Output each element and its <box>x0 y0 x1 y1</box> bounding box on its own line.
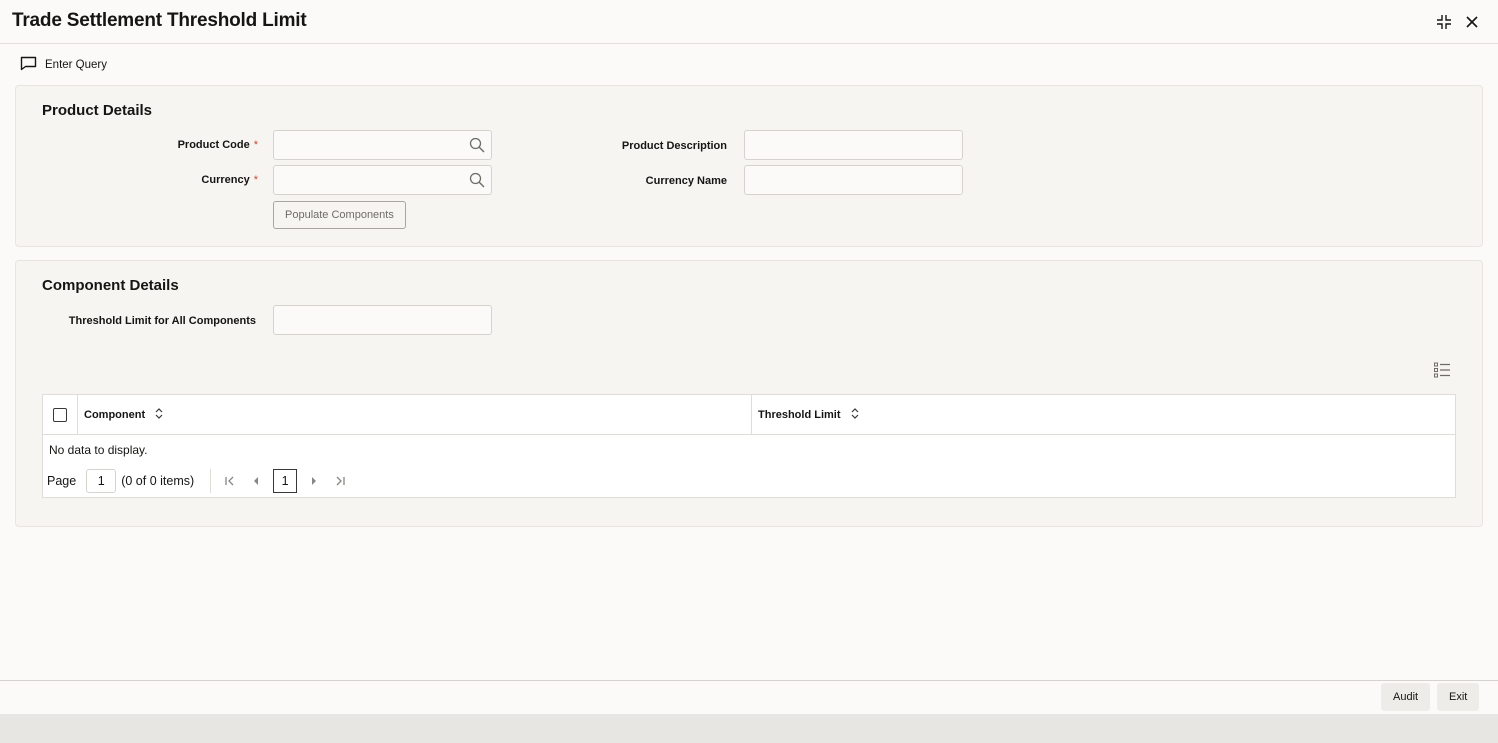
column-divider <box>751 395 752 435</box>
currency-name-field[interactable] <box>744 165 963 195</box>
collapse-icon[interactable] <box>1434 12 1454 32</box>
populate-components-button[interactable]: Populate Components <box>273 201 406 229</box>
chat-bubble-icon <box>20 56 37 74</box>
pagination: Page 1 (0 of 0 items) 1 <box>47 469 349 493</box>
pager-divider <box>210 469 212 493</box>
currency-label-text: Currency <box>201 174 250 186</box>
threshold-all-label: Threshold Limit for All Components <box>68 315 256 327</box>
table-header: Component Threshold Limit <box>43 395 1455 435</box>
column-header-threshold-limit-label: Threshold Limit <box>758 409 841 421</box>
status-bar <box>0 714 1498 743</box>
title-bar: Trade Settlement Threshold Limit <box>0 0 1498 44</box>
sort-icon[interactable] <box>155 408 163 422</box>
sort-icon[interactable] <box>851 408 859 422</box>
product-details-panel: Product Details Product Code * Currency * … <box>15 85 1483 247</box>
column-divider <box>77 395 78 435</box>
search-icon[interactable] <box>469 137 485 153</box>
product-description-field[interactable] <box>744 130 963 160</box>
components-table: Component Threshold Limit No data to dis… <box>42 394 1456 498</box>
footer-divider <box>0 680 1498 681</box>
product-code-input[interactable] <box>273 130 492 160</box>
prev-page-icon[interactable] <box>247 472 265 490</box>
product-code-label-text: Product Code <box>177 139 250 151</box>
last-page-icon[interactable] <box>331 472 349 490</box>
select-all-checkbox[interactable] <box>53 408 67 422</box>
enter-query-button[interactable]: Enter Query <box>20 56 107 74</box>
required-marker: * <box>253 139 258 151</box>
column-header-component[interactable]: Component <box>84 408 163 422</box>
close-icon[interactable] <box>1462 12 1482 32</box>
component-details-title: Component Details <box>42 277 179 294</box>
component-details-panel: Component Details Threshold Limit for Al… <box>15 260 1483 527</box>
column-header-threshold-limit[interactable]: Threshold Limit <box>758 408 859 422</box>
column-list-icon[interactable] <box>1433 361 1451 379</box>
column-header-component-label: Component <box>84 409 146 421</box>
page-number-input[interactable]: 1 <box>86 469 117 493</box>
page-label: Page <box>47 474 77 488</box>
product-code-label: Product Code * <box>116 139 258 151</box>
threshold-all-input[interactable] <box>273 305 492 335</box>
currency-input[interactable] <box>273 165 492 195</box>
currency-name-label: Currency Name <box>645 175 727 187</box>
currency-label: Currency * <box>116 174 258 186</box>
items-count: (0 of 0 items) <box>121 474 195 488</box>
product-description-label: Product Description <box>621 140 727 152</box>
product-details-title: Product Details <box>42 102 153 119</box>
exit-button[interactable]: Exit <box>1437 683 1480 711</box>
audit-button[interactable]: Audit <box>1381 683 1431 711</box>
next-page-icon[interactable] <box>305 472 323 490</box>
required-marker: * <box>253 174 258 186</box>
current-page-button[interactable]: 1 <box>273 469 298 493</box>
page-title: Trade Settlement Threshold Limit <box>12 10 307 31</box>
enter-query-label: Enter Query <box>45 59 107 71</box>
empty-table-message: No data to display. <box>49 443 148 457</box>
search-icon[interactable] <box>469 172 485 188</box>
first-page-icon[interactable] <box>221 472 239 490</box>
